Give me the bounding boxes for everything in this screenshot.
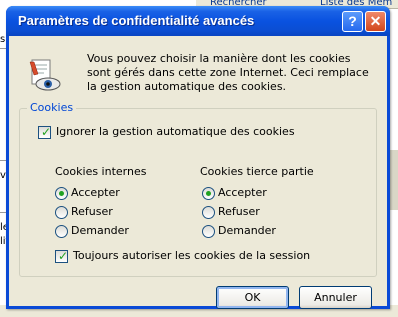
- first-party-prompt-radio[interactable]: [55, 225, 68, 238]
- third-party-accept-label[interactable]: Accepter: [218, 186, 267, 199]
- third-party-refuse-radio[interactable]: [202, 206, 215, 219]
- third-party-heading: Cookies tierce partie: [200, 165, 314, 178]
- first-party-prompt-label[interactable]: Demander: [71, 224, 129, 237]
- dialog-body: Vous pouvez choisir la manière dont les …: [9, 36, 387, 309]
- info-description: Vous pouvez choisir la manière dont les …: [87, 52, 369, 93]
- cancel-button[interactable]: Annuler: [299, 286, 372, 309]
- override-automatic-checkbox[interactable]: ✓: [38, 125, 52, 139]
- help-icon[interactable]: ?: [342, 11, 363, 32]
- third-party-prompt-radio[interactable]: [202, 225, 215, 238]
- checkmark-icon: ✓: [41, 125, 52, 139]
- checkmark-icon: ✓: [58, 249, 69, 263]
- first-party-refuse-radio[interactable]: [55, 206, 68, 219]
- ok-button[interactable]: OK: [216, 286, 289, 309]
- privacy-settings-dialog: Paramètres de confidentialité avancés ? …: [6, 6, 390, 309]
- dialog-titlebar[interactable]: Paramètres de confidentialité avancés ? …: [6, 6, 390, 36]
- override-automatic-label[interactable]: Ignorer la gestion automatique des cooki…: [56, 125, 295, 138]
- third-party-prompt-label[interactable]: Demander: [218, 224, 276, 237]
- close-icon[interactable]: ✕: [365, 11, 386, 32]
- first-party-refuse-label[interactable]: Refuser: [71, 205, 113, 218]
- third-party-refuse-label[interactable]: Refuser: [218, 205, 260, 218]
- radio-selected-dot: [206, 191, 211, 196]
- first-party-heading: Cookies internes: [55, 165, 147, 178]
- privacy-eye-icon: [26, 58, 66, 94]
- session-cookies-checkbox[interactable]: ✓: [55, 249, 69, 263]
- background-fragment: s: [0, 34, 6, 45]
- first-party-accept-radio[interactable]: [55, 187, 68, 200]
- cookies-group-label: Cookies: [27, 101, 77, 114]
- radio-selected-dot: [59, 191, 64, 196]
- session-cookies-label[interactable]: Toujours autoriser les cookies de la ses…: [73, 249, 310, 262]
- first-party-accept-label[interactable]: Accepter: [71, 186, 120, 199]
- third-party-accept-radio[interactable]: [202, 187, 215, 200]
- dialog-title: Paramètres de confidentialité avancés: [18, 13, 255, 28]
